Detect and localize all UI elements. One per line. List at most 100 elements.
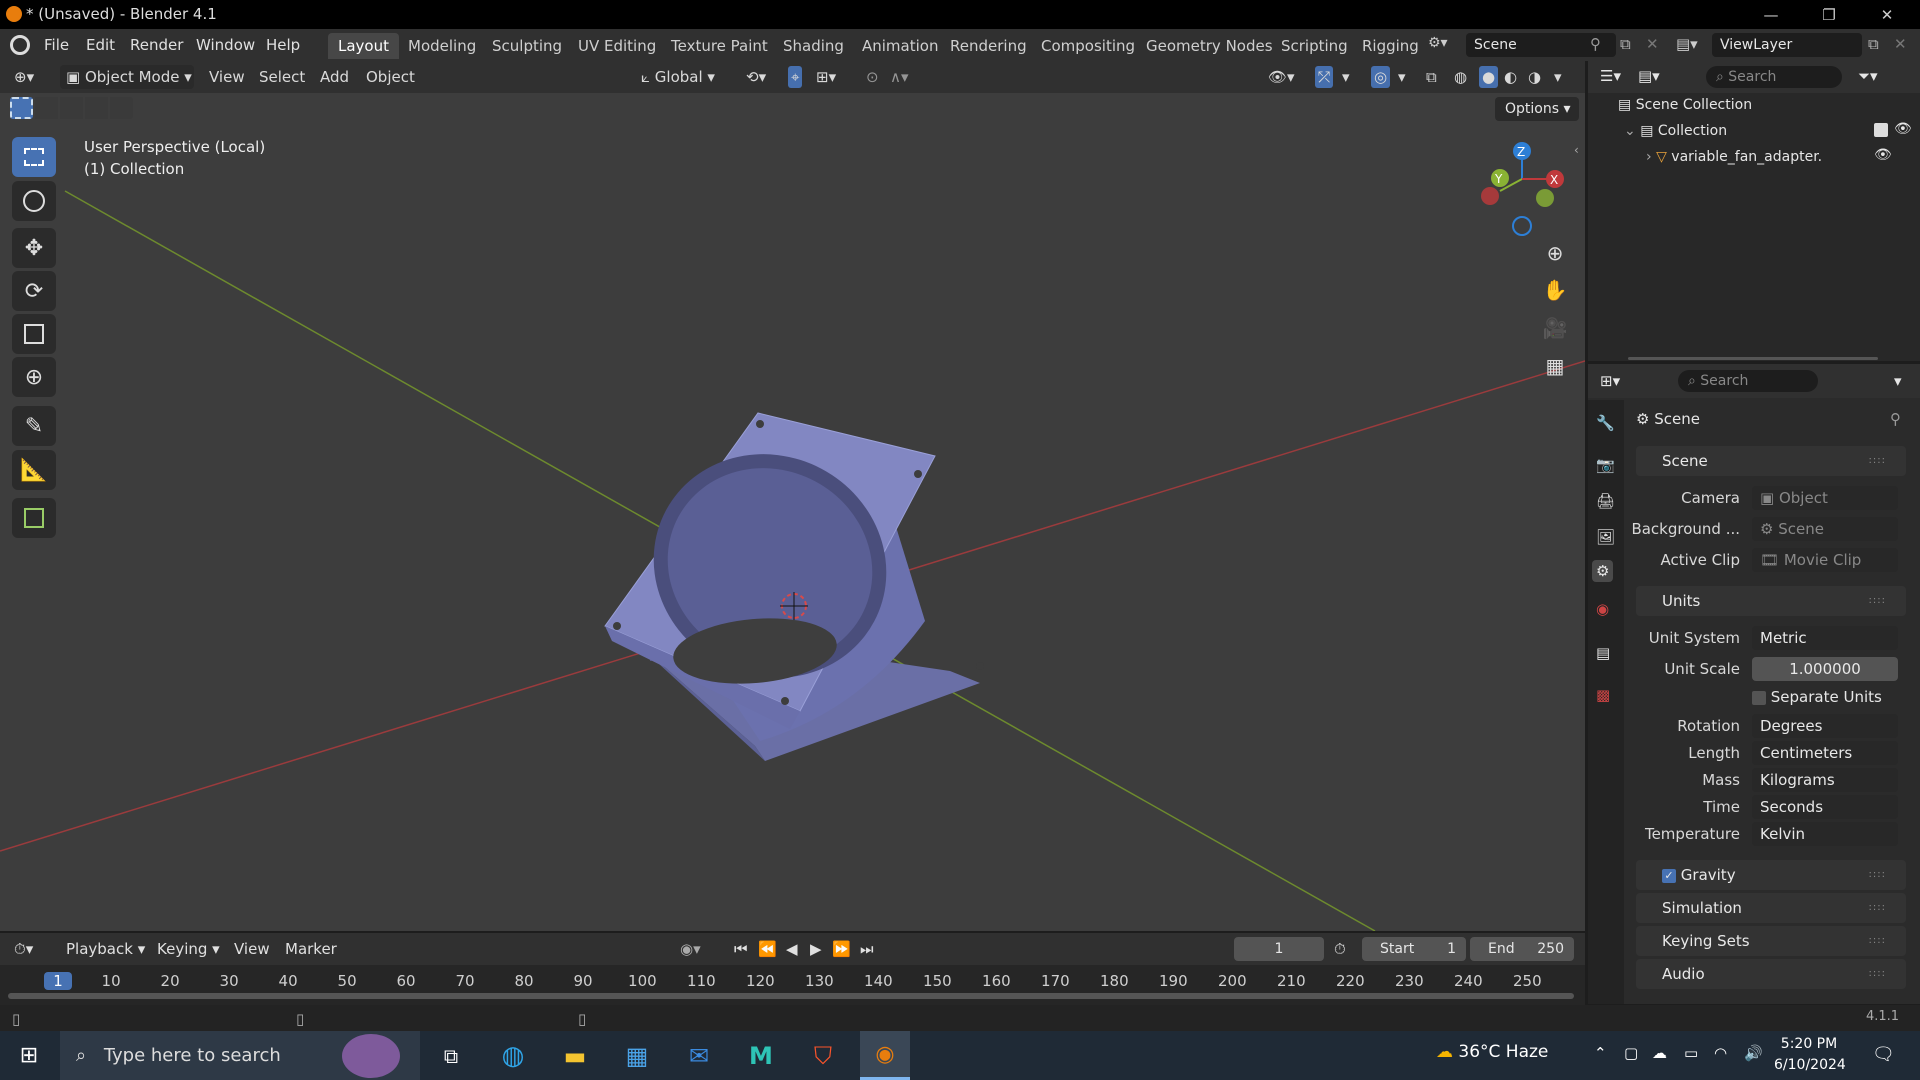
menu-object[interactable]: Object bbox=[366, 66, 415, 88]
pivot-icon[interactable]: ⟲▾ bbox=[746, 66, 766, 88]
overlay-dropdown-icon[interactable]: ▾ bbox=[1398, 66, 1406, 88]
tray-onedrive-icon[interactable]: ☁ bbox=[1652, 1044, 1667, 1062]
menu-marker[interactable]: Marker bbox=[285, 938, 337, 960]
mass-dropdown[interactable]: Kilograms bbox=[1752, 768, 1898, 792]
blender-menu-icon[interactable] bbox=[10, 35, 30, 55]
outliner-editor-icon[interactable]: ☰▾ bbox=[1600, 67, 1621, 85]
brave-browser-icon[interactable]: ⛉ bbox=[798, 1031, 848, 1080]
camera-field[interactable]: ▣ Object bbox=[1752, 486, 1898, 510]
unit-system-dropdown[interactable]: Metric bbox=[1752, 626, 1898, 650]
tray-chevron-icon[interactable]: ⌃ bbox=[1594, 1044, 1607, 1062]
snap-icon[interactable]: ⌖ bbox=[788, 66, 803, 88]
wifi-icon[interactable]: ◠ bbox=[1714, 1044, 1727, 1062]
pan-hand-icon[interactable]: ✋ bbox=[1537, 273, 1573, 307]
properties-search[interactable]: ⌕ Search bbox=[1678, 370, 1818, 392]
transform-orientation-dropdown[interactable]: ⟀ Global ▾ bbox=[641, 66, 715, 88]
time-dropdown[interactable]: Seconds bbox=[1752, 795, 1898, 819]
jump-keyframe-back-icon[interactable]: ⏪ bbox=[758, 938, 777, 960]
solid-shading-icon[interactable]: ● bbox=[1479, 66, 1499, 88]
tool-measure[interactable]: 📐 bbox=[12, 450, 56, 490]
navigation-gizmo[interactable]: Z Y X bbox=[1481, 142, 1564, 236]
proportional-edit-icon[interactable]: ⊙ bbox=[866, 66, 879, 88]
mail-icon[interactable]: ✉ bbox=[674, 1031, 724, 1080]
properties-options-icon[interactable]: ▾ bbox=[1894, 372, 1902, 390]
drag-handle-icon[interactable]: :::: bbox=[1869, 586, 1886, 616]
new-viewlayer-icon[interactable]: ⧉ bbox=[1868, 35, 1879, 53]
start-button[interactable]: ⊞ bbox=[4, 1031, 54, 1080]
overlay-toggle-icon[interactable]: ◎ bbox=[1371, 66, 1391, 88]
temperature-dropdown[interactable]: Kelvin bbox=[1752, 822, 1898, 846]
camera-view-icon[interactable]: 🎥 bbox=[1537, 311, 1573, 345]
remove-viewlayer-icon[interactable]: ✕ bbox=[1894, 35, 1907, 53]
current-frame-field[interactable]: 1 bbox=[1234, 937, 1324, 961]
remove-scene-icon[interactable]: ✕ bbox=[1646, 35, 1659, 53]
object-eye-icon[interactable]: 👁 bbox=[1874, 147, 1892, 163]
auto-keying-icon[interactable]: ◉▾ bbox=[680, 938, 701, 960]
tab-texture-paint[interactable]: Texture Paint bbox=[661, 33, 778, 59]
snap-target-icon[interactable]: ⊞▾ bbox=[816, 66, 836, 88]
panel-scene[interactable]: Scene :::: bbox=[1636, 446, 1906, 476]
timeline-editor-icon[interactable]: ⏱▾ bbox=[14, 938, 33, 960]
expand-chevron-icon[interactable]: › bbox=[1646, 149, 1652, 165]
minimize-button[interactable]: — bbox=[1742, 0, 1800, 29]
wireframe-shading-icon[interactable]: ◍ bbox=[1454, 66, 1467, 88]
select-intersect-icon[interactable] bbox=[110, 97, 133, 119]
tool-transform[interactable]: ⊕ bbox=[12, 357, 56, 397]
new-scene-icon[interactable]: ⧉ bbox=[1620, 35, 1631, 53]
tab-rendering[interactable]: Rendering bbox=[940, 33, 1037, 59]
gizmo-toggle-icon[interactable]: ⤱ bbox=[1315, 66, 1334, 88]
tool-rotate[interactable]: ⟳ bbox=[12, 271, 56, 311]
material-shading-icon[interactable]: ◐ bbox=[1504, 66, 1517, 88]
select-new-icon[interactable] bbox=[10, 97, 33, 119]
drag-handle-icon[interactable]: :::: bbox=[1869, 893, 1886, 923]
edge-browser-icon[interactable]: ◍ bbox=[488, 1031, 538, 1080]
tab-compositing[interactable]: Compositing bbox=[1031, 33, 1145, 59]
tab-layout[interactable]: Layout bbox=[328, 33, 399, 59]
collapse-chevron-icon[interactable]: ⌄ bbox=[1624, 123, 1636, 139]
ortho-grid-icon[interactable]: ▦ bbox=[1537, 349, 1573, 383]
tab-animation[interactable]: Animation bbox=[852, 33, 948, 59]
drag-handle-icon[interactable]: :::: bbox=[1869, 926, 1886, 956]
menu-timeline-view[interactable]: View bbox=[234, 938, 270, 960]
falloff-icon[interactable]: ∧▾ bbox=[890, 66, 909, 88]
viewlayer-icon[interactable]: ▤▾ bbox=[1676, 35, 1698, 53]
menu-keying[interactable]: Keying ▾ bbox=[157, 938, 220, 960]
xray-icon[interactable]: ⧉ bbox=[1426, 66, 1437, 88]
length-dropdown[interactable]: Centimeters bbox=[1752, 741, 1898, 765]
tool-add-cube[interactable] bbox=[12, 498, 56, 538]
gizmo-dropdown-icon[interactable]: ▾ bbox=[1342, 66, 1350, 88]
play-icon[interactable]: ▶ bbox=[810, 938, 822, 960]
drag-handle-icon[interactable]: :::: bbox=[1869, 959, 1886, 989]
jump-end-icon[interactable]: ⏭ bbox=[860, 938, 874, 960]
gizmo-neg-z-circle[interactable] bbox=[1512, 216, 1532, 236]
taskbar-search[interactable]: ⌕ Type here to search bbox=[60, 1031, 420, 1080]
tab-sculpting[interactable]: Sculpting bbox=[482, 33, 572, 59]
gravity-checkbox[interactable]: ✓ bbox=[1662, 868, 1676, 883]
select-subtract-icon[interactable] bbox=[60, 97, 83, 119]
menu-help[interactable]: Help bbox=[266, 33, 300, 57]
close-button[interactable]: ✕ bbox=[1858, 0, 1916, 29]
tree-row-object[interactable]: › ▽ variable_fan_adapter. 👁 bbox=[1646, 147, 1914, 165]
tray-app-icon[interactable]: ▢ bbox=[1624, 1044, 1638, 1062]
drag-handle-icon[interactable]: :::: bbox=[1869, 860, 1886, 890]
stopwatch-icon[interactable]: ⏱ bbox=[1334, 938, 1346, 960]
tree-row-collection[interactable]: ⌄ ▤ Collection 👁 bbox=[1624, 121, 1914, 139]
separate-units-checkbox[interactable]: Separate Units bbox=[1752, 688, 1882, 706]
panel-units[interactable]: Units :::: bbox=[1636, 586, 1906, 616]
display-mode-icon[interactable]: ▤▾ bbox=[1638, 67, 1660, 85]
visibility-icon[interactable]: 👁▾ bbox=[1268, 66, 1295, 88]
weather-widget[interactable]: ☁ 36°C Haze bbox=[1436, 1042, 1548, 1062]
panel-audio[interactable]: Audio :::: bbox=[1636, 959, 1906, 989]
jump-keyframe-forward-icon[interactable]: ⏩ bbox=[832, 938, 851, 960]
eye-icon[interactable]: 👁 bbox=[1894, 121, 1912, 137]
panel-keying-sets[interactable]: Keying Sets :::: bbox=[1636, 926, 1906, 956]
shading-dropdown-icon[interactable]: ▾ bbox=[1554, 66, 1562, 88]
texture-tab-icon[interactable]: ▩ bbox=[1596, 686, 1610, 704]
volume-icon[interactable]: 🔊 bbox=[1744, 1044, 1763, 1062]
tab-geometry-nodes[interactable]: Geometry Nodes bbox=[1136, 33, 1283, 59]
menu-select[interactable]: Select bbox=[259, 66, 305, 88]
menu-render[interactable]: Render bbox=[130, 33, 183, 57]
exclude-checkbox[interactable] bbox=[1874, 123, 1888, 137]
outliner-search[interactable]: ⌕ Search bbox=[1706, 66, 1842, 88]
start-frame-field[interactable]: Start 1 bbox=[1362, 937, 1466, 961]
